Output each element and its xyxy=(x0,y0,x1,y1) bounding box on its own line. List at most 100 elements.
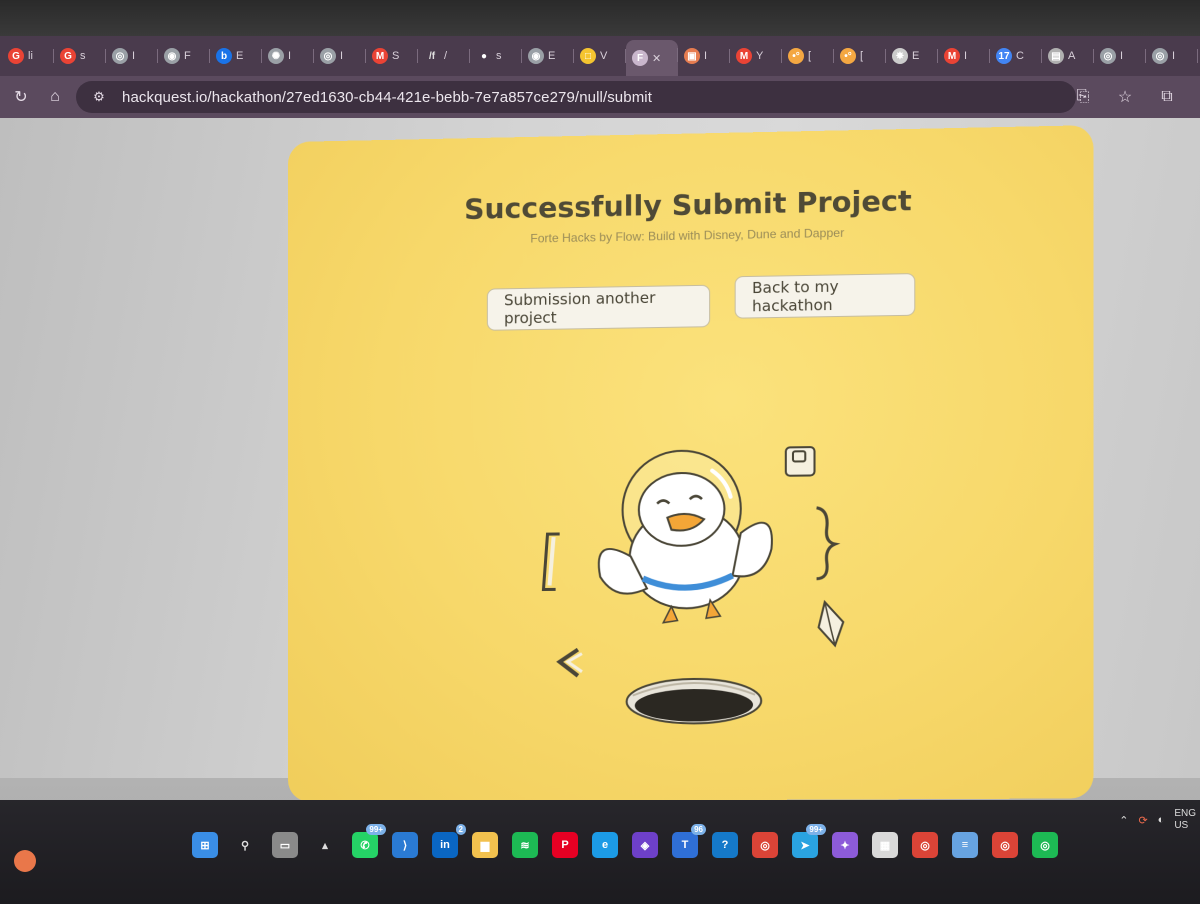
chrome-icon[interactable]: ◎ xyxy=(1032,832,1058,858)
doc-icon: ▤ xyxy=(1048,48,1064,64)
browser-tab[interactable]: •° [ xyxy=(782,41,834,71)
notification-badge: 2 xyxy=(456,824,466,835)
tab-close-icon[interactable]: ✕ xyxy=(652,52,661,65)
taskbar-glyph: ✦ xyxy=(840,839,849,852)
pinterest-icon[interactable]: P xyxy=(552,832,578,858)
edge-icon[interactable]: e xyxy=(592,832,618,858)
network-icon[interactable]: ◐ xyxy=(1158,814,1165,826)
tab-label: I xyxy=(340,50,343,62)
tab-label: V xyxy=(600,50,607,62)
spotify-icon[interactable]: ≋ xyxy=(512,832,538,858)
duck-astronaut-illustration xyxy=(519,434,855,740)
tab-label: I xyxy=(964,50,967,62)
tab-label: s xyxy=(496,50,502,62)
browser-tab[interactable]: ◎ I xyxy=(1094,41,1146,71)
chrome-icon: ◎ xyxy=(112,48,128,64)
tab-label: E xyxy=(236,50,243,62)
browser-tab[interactable]: ▤ A xyxy=(1042,41,1094,71)
taskbar-glyph: ? xyxy=(722,839,729,851)
google-icon: G xyxy=(60,48,76,64)
browser-tab[interactable]: •° [ xyxy=(834,41,886,71)
gmail-icon: M xyxy=(372,48,388,64)
browser-tab[interactable]: bE xyxy=(210,41,262,71)
browser-tab[interactable]: ✸ E xyxy=(886,41,938,71)
taskbar-glyph: ◎ xyxy=(1040,839,1050,852)
browser-tab[interactable]: MI xyxy=(938,41,990,71)
extensions-icon[interactable]: ⧉ xyxy=(1154,84,1180,110)
browser-tab[interactable]: ● s xyxy=(470,41,522,71)
tab-label: I xyxy=(1120,50,1123,62)
tab-label: li xyxy=(28,50,33,62)
home-icon[interactable]: ⌂ xyxy=(42,84,68,110)
chevron-left-icon xyxy=(560,650,582,676)
notepad-icon[interactable]: ≡ xyxy=(952,832,978,858)
github-icon: ● xyxy=(476,48,492,64)
browser-tab[interactable]: ▣ I xyxy=(678,41,730,71)
url-text: hackquest.io/hackathon/27ed1630-cb44-421… xyxy=(122,89,652,106)
success-card: Successfully Submit Project Forte Hacks … xyxy=(288,125,1093,802)
screen: Gli Gs ◎ I ◉ Fb E ✺ I ◎ I M S/f / ● s ◉ E □ V F ✕ ▣ I M Y •°[•°[✸ E… xyxy=(0,0,1200,904)
browser-toolbar: ↻ ⌂ ⚙ hackquest.io/hackathon/27ed1630-cb… xyxy=(0,76,1200,118)
whatsapp-icon[interactable]: ✆ 99+ xyxy=(352,832,378,858)
taskbar-glyph: ▴ xyxy=(322,839,328,852)
tab-label: I xyxy=(704,50,707,62)
teams-icon[interactable]: T 96 xyxy=(672,832,698,858)
browser-tab[interactable]: MS xyxy=(366,41,418,71)
taskbar-glyph: ➤ xyxy=(800,839,809,852)
edge-dev-icon[interactable]: ? xyxy=(712,832,738,858)
browser-tab[interactable]: ◎ I xyxy=(106,41,158,71)
browser-tab[interactable]: Gs xyxy=(54,41,106,71)
language-indicator[interactable]: ENG US xyxy=(1174,808,1196,832)
weather-widget-icon[interactable] xyxy=(14,850,36,872)
browser-tab[interactable]: ◎ I xyxy=(314,41,366,71)
github-desktop-icon[interactable]: ◈ xyxy=(632,832,658,858)
folder-icon[interactable]: ▆ xyxy=(472,832,498,858)
browser-tab[interactable]: ✺ I xyxy=(262,41,314,71)
notification-badge: 99+ xyxy=(806,824,826,835)
chevron-up-icon[interactable]: ⌃ xyxy=(1119,814,1128,827)
browser-tab[interactable]: ◎ I xyxy=(1146,41,1198,71)
site-info-icon[interactable]: ⚙ xyxy=(86,84,112,110)
taskbar-glyph: ◎ xyxy=(1000,839,1010,852)
app-icon: b xyxy=(216,48,232,64)
taskbar-glyph: ⟩ xyxy=(403,839,407,852)
tab-label: E xyxy=(548,50,555,62)
vscode-icon[interactable]: ⟩ xyxy=(392,832,418,858)
widgets-icon[interactable]: ▴ xyxy=(312,832,338,858)
star-icon: ✸ xyxy=(892,48,908,64)
back-to-hackathon-button[interactable]: Back to my hackathon xyxy=(735,273,916,319)
sync-icon[interactable]: ⟳ xyxy=(1138,814,1147,827)
chrome-icon[interactable]: ◎ xyxy=(992,832,1018,858)
bracket-left-icon xyxy=(543,534,559,590)
chrome-icon: ◎ xyxy=(1100,48,1116,64)
tab-active[interactable]: F ✕ xyxy=(626,40,678,76)
copilot-icon[interactable]: ✦ xyxy=(832,832,858,858)
browser-tab[interactable]: ◉ F xyxy=(158,41,210,71)
install-app-icon[interactable]: ⎘ xyxy=(1070,84,1096,110)
tab-label: C xyxy=(1016,50,1024,62)
taskbar-glyph: ◈ xyxy=(641,839,649,852)
browser-tab[interactable]: □ V xyxy=(574,41,626,71)
store-icon[interactable]: ▦ xyxy=(872,832,898,858)
tab-label: I xyxy=(132,50,135,62)
submit-another-project-button[interactable]: Submission another project xyxy=(487,285,710,331)
chrome-icon[interactable]: ◎ xyxy=(752,832,778,858)
browser-tab[interactable]: Gli xyxy=(2,41,54,71)
chrome-icon[interactable]: ◎ xyxy=(912,832,938,858)
reload-icon[interactable]: ↻ xyxy=(8,84,34,110)
tab-label: I xyxy=(288,50,291,62)
taskbar-glyph: ▭ xyxy=(280,839,290,852)
bookmark-star-icon[interactable]: ☆ xyxy=(1112,84,1138,110)
browser-tab[interactable]: ◉ E xyxy=(522,41,574,71)
browser-tab[interactable]: MY xyxy=(730,41,782,71)
task-view-icon[interactable]: ▭ xyxy=(272,832,298,858)
browser-tab[interactable]: 17 C xyxy=(990,41,1042,71)
keycap-icon xyxy=(786,447,815,476)
browser-tab[interactable]: /f / xyxy=(418,41,470,71)
linkedin-icon[interactable]: in 2 xyxy=(432,832,458,858)
search-icon[interactable]: ⚲ xyxy=(232,832,258,858)
page-title: Successfully Submit Project xyxy=(288,180,1093,229)
telegram-icon[interactable]: ➤ 99+ xyxy=(792,832,818,858)
windows-start-icon[interactable]: ⊞ xyxy=(192,832,218,858)
address-bar[interactable]: ⚙ hackquest.io/hackathon/27ed1630-cb44-4… xyxy=(76,81,1076,113)
